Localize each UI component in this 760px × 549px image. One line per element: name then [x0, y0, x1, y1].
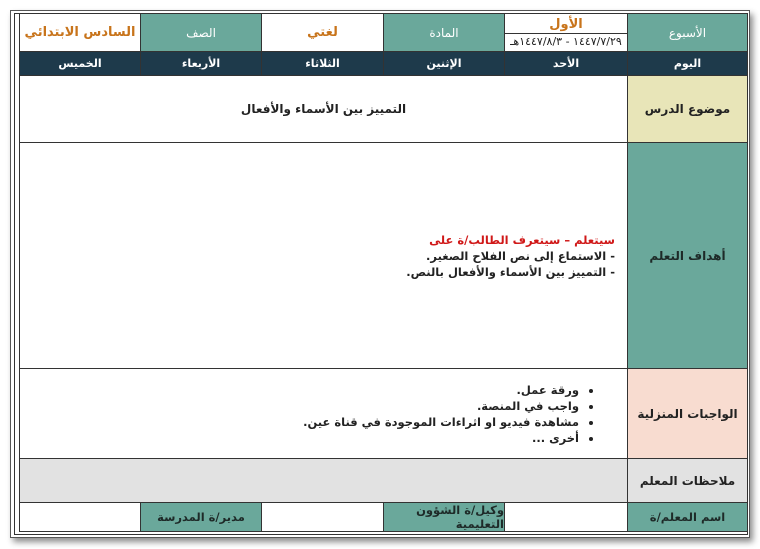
principal-label: مدير/ة المدرسة [140, 503, 261, 532]
objective-item: - التمييز بين الأسماء والأفعال بالنص. [406, 264, 615, 279]
day-tuesday: الثلاثاء [261, 52, 383, 76]
homework-item: أخرى ... [303, 430, 579, 446]
day-wednesday: الأربعاء [140, 52, 261, 76]
lesson-topic-label: موضوع الدرس [627, 76, 747, 143]
homework-list: ورقة عمل. واجب في المنصة. مشاهدة فيديو ا… [303, 382, 597, 446]
day-thursday: الخميس [19, 52, 140, 76]
objective-item: - الاستماع إلى نص الفلاح الصغير. [426, 248, 615, 263]
homework-item: واجب في المنصة. [303, 398, 579, 414]
teacher-name-field[interactable] [504, 503, 627, 532]
homework-label: الواجبات المنزلية [627, 369, 747, 459]
lesson-plan-table: الأسبوع الأول ١٤٤٧/٧/٢٩ - ١٤٤٧/٨/٣هـ الم… [14, 13, 748, 535]
lesson-topic-value: التمييز بين الأسماء والأفعال [19, 76, 627, 143]
grade-value: السادس الابتدائي [19, 14, 140, 52]
week-value: الأول [549, 17, 583, 32]
week-value-cell: الأول ١٤٤٧/٧/٢٩ - ١٤٤٧/٨/٣هـ [504, 14, 627, 52]
day-sunday: الأحد [504, 52, 627, 76]
day-label: اليوم [627, 52, 747, 76]
grade-label: الصف [140, 14, 261, 52]
objectives-intro: سيتعلم – سيتعرف الطالب/ة على [429, 232, 615, 247]
week-dates: ١٤٤٧/٧/٢٩ - ١٤٤٧/٨/٣هـ [505, 33, 627, 48]
homework-content: ورقة عمل. واجب في المنصة. مشاهدة فيديو ا… [19, 369, 627, 459]
deputy-name-field[interactable] [261, 503, 383, 532]
objectives-content: سيتعلم – سيتعرف الطالب/ة على - الاستماع … [19, 143, 627, 369]
principal-name-field[interactable] [19, 503, 140, 532]
notes-field[interactable] [19, 459, 627, 503]
teacher-name-label: اسم المعلم/ة [627, 503, 747, 532]
week-label: الأسبوع [627, 14, 747, 52]
subject-value: لغتي [261, 14, 383, 52]
day-monday: الإثنين [383, 52, 504, 76]
homework-item: مشاهدة فيديو او اثراءات الموجودة في قناة… [303, 414, 579, 430]
deputy-label: وكيل/ة الشؤون التعليمية [383, 503, 504, 532]
subject-label: المادة [383, 14, 504, 52]
homework-item: ورقة عمل. [303, 382, 579, 398]
notes-label: ملاحظات المعلم [627, 459, 747, 503]
objectives-text: سيتعلم – سيتعرف الطالب/ة على - الاستماع … [406, 232, 615, 280]
objectives-label: أهداف التعلم [627, 143, 747, 369]
